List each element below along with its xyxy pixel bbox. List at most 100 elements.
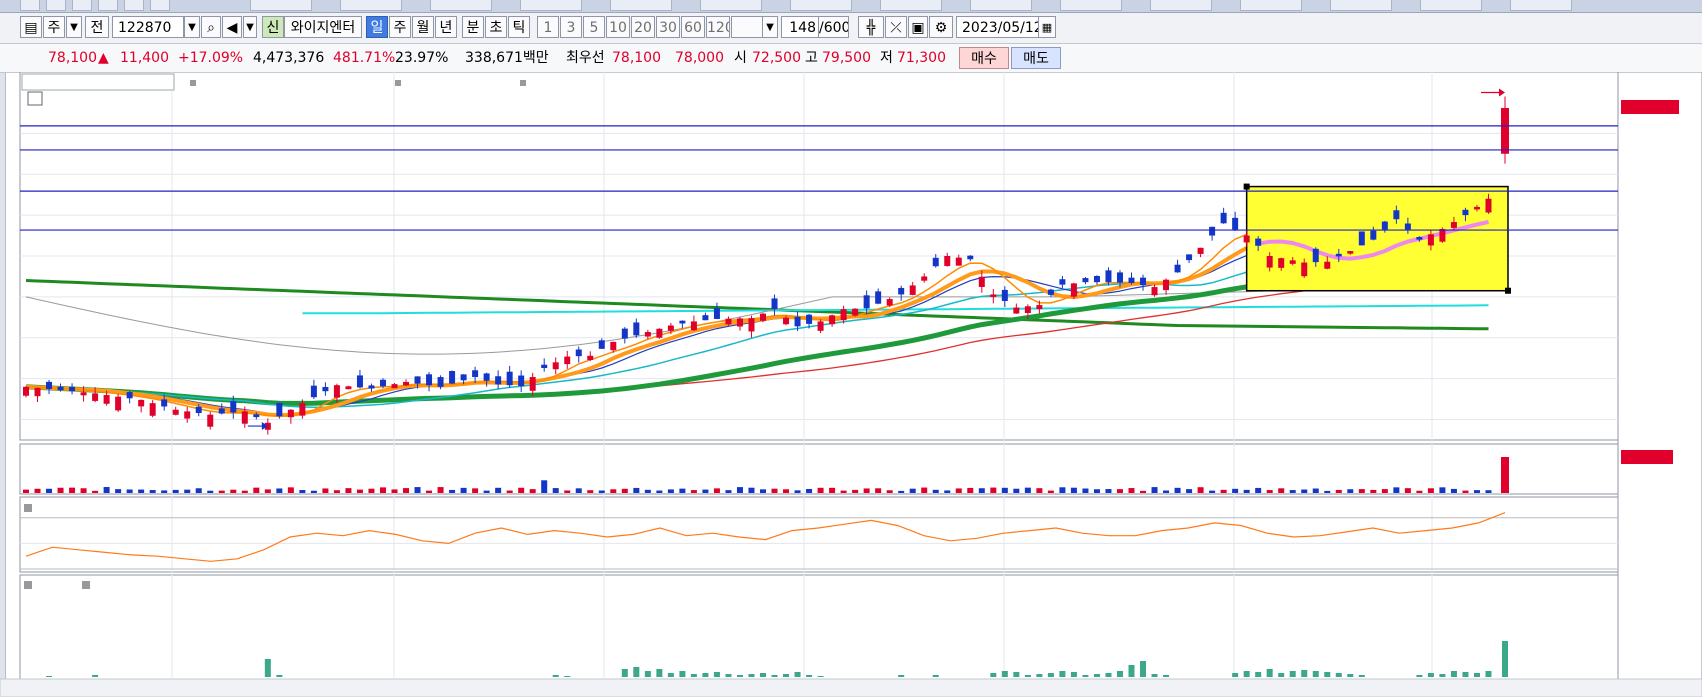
news-bar (92, 675, 99, 677)
minute-option-60[interactable]: 60 (681, 16, 705, 38)
legend-marker (190, 80, 196, 86)
speaker-dropdown-icon[interactable]: ▼ (243, 16, 257, 38)
stock-chart[interactable] (0, 72, 1702, 697)
candle (1358, 231, 1365, 246)
candle (1347, 251, 1354, 254)
box-handle-bottom-right[interactable] (1505, 287, 1511, 294)
news-bar (1013, 672, 1020, 677)
minute-option-3[interactable]: 3 (560, 16, 582, 38)
volume-bar (483, 490, 490, 493)
candle (1289, 260, 1296, 264)
news-bar (1128, 665, 1135, 677)
candle (760, 313, 766, 321)
news-bar (1485, 671, 1492, 677)
minute-option-20[interactable]: 20 (631, 16, 655, 38)
best-price-label: 최우선 (566, 50, 605, 66)
period-year[interactable]: 년 (435, 16, 457, 38)
news-bar (1082, 675, 1089, 677)
last-candle (1501, 107, 1509, 154)
volume-bar (310, 490, 317, 493)
gear-icon[interactable]: ⚙ (929, 16, 953, 38)
news-bar (1151, 674, 1158, 677)
volume-bar (472, 488, 479, 493)
trade-amount: 338,671백만 (465, 50, 549, 66)
volume-bar (1473, 490, 1480, 493)
candle (506, 371, 513, 386)
news-panel (19, 574, 1619, 680)
minute-option-120[interactable]: 120 (706, 16, 730, 38)
period-month[interactable]: 월 (412, 16, 434, 38)
line-tool-icon[interactable]: ⤫ (885, 16, 907, 38)
minute-option-1[interactable]: 1 (537, 16, 559, 38)
stock-name-label: 와이지엔터 (284, 16, 362, 38)
custom-period-dropdown-icon[interactable]: ▼ (762, 16, 778, 38)
count-input[interactable]: 148 (781, 16, 819, 38)
grid-toggle-icon[interactable] (27, 91, 43, 106)
chevron-down-icon[interactable]: ▼ (66, 16, 82, 38)
buy-button[interactable]: 매수 (959, 47, 1009, 69)
candle (587, 355, 594, 360)
sell-button[interactable]: 매도 (1011, 47, 1061, 69)
period-minute[interactable]: 분 (462, 16, 484, 38)
candle (771, 298, 778, 310)
minute-option-30[interactable]: 30 (656, 16, 680, 38)
candle (840, 309, 847, 321)
candle (1266, 256, 1273, 268)
volume-bar (817, 487, 824, 493)
volume-bar (241, 490, 248, 493)
candle (299, 403, 306, 416)
volume-bar (138, 489, 145, 493)
period-second[interactable]: 초 (485, 16, 507, 38)
mode-selector[interactable]: 주 (43, 16, 65, 38)
layout-icon[interactable]: ▤ (20, 16, 42, 38)
candle-type-icon[interactable]: ╬ (858, 16, 884, 38)
code-dropdown-icon[interactable]: ▼ (184, 16, 200, 38)
candle (518, 375, 525, 387)
minute-option-5[interactable]: 5 (583, 16, 605, 38)
count-total: /600 (819, 16, 849, 38)
volume-bar (598, 490, 605, 493)
volume-bar (299, 490, 306, 493)
minute-option-10[interactable]: 10 (606, 16, 630, 38)
save-icon[interactable]: ▣ (908, 16, 928, 38)
period-week[interactable]: 주 (389, 16, 411, 38)
new-badge[interactable]: 신 (262, 16, 284, 38)
candle (483, 373, 490, 381)
candle (1450, 222, 1457, 228)
period-tick[interactable]: 틱 (508, 16, 530, 38)
last-price-tag-bg (1621, 99, 1679, 114)
news-bar (1255, 672, 1262, 677)
volume-bar (1347, 489, 1354, 493)
search-icon[interactable]: ⌕ (201, 16, 221, 38)
prev-button[interactable]: 전 (85, 16, 109, 38)
candle (541, 364, 548, 369)
volume-bar (218, 490, 225, 493)
volume-bar (333, 490, 340, 493)
candle (57, 386, 64, 391)
news-bar (1116, 671, 1123, 677)
calendar-icon[interactable]: ▦ (1038, 16, 1056, 38)
stock-code-input[interactable]: 122870 (112, 16, 184, 38)
volume-bar (633, 487, 640, 493)
candle (806, 314, 813, 324)
volume-bar (506, 490, 513, 493)
news-bar (1278, 673, 1285, 677)
legend-marker (520, 80, 526, 86)
news-bar (1347, 674, 1354, 677)
volume-bar (713, 488, 720, 493)
volume-bar (1151, 487, 1158, 493)
candle (921, 276, 928, 281)
volume-bar (103, 487, 110, 493)
candle (1128, 277, 1135, 283)
box-handle-top-left[interactable] (1243, 183, 1250, 190)
candle (472, 370, 479, 378)
candle (1163, 279, 1170, 291)
speaker-icon[interactable]: ◀ (222, 16, 242, 38)
news-bar (1036, 674, 1043, 677)
period-day[interactable]: 일 (366, 16, 388, 38)
volume-bar (748, 487, 755, 493)
candle (610, 341, 617, 351)
highlight-box[interactable] (1245, 185, 1509, 292)
volume-bar (932, 489, 939, 493)
volume-bar (195, 488, 202, 493)
